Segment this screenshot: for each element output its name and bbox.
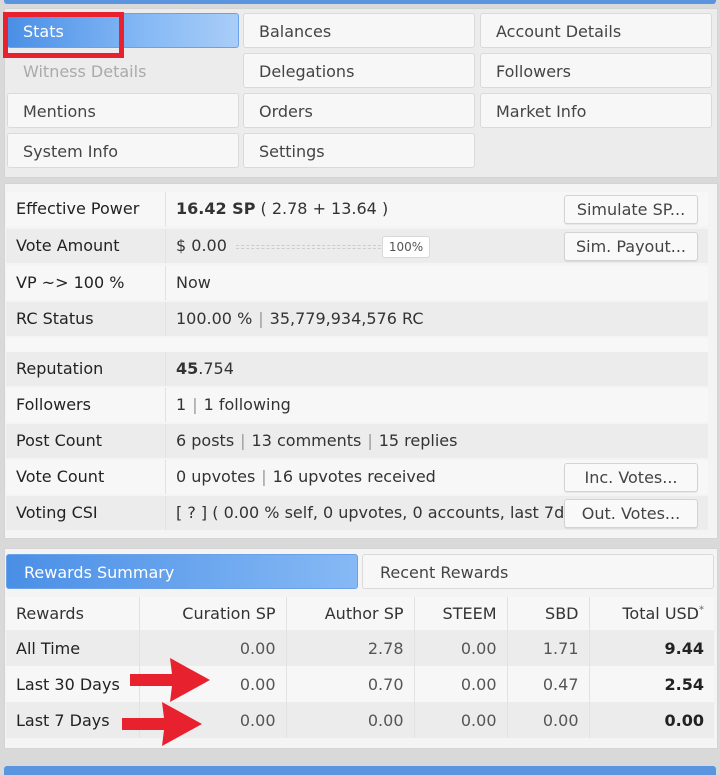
row-value: Now [176, 273, 211, 292]
total-usd-cell: 9.44 [589, 630, 714, 666]
col-header-total-usd: Total USD* [589, 597, 714, 630]
stats-row-vote-amount: Vote Amount $ 0.00 100% Sim. Payout... [6, 229, 708, 263]
col-header-rewards: Rewards [6, 597, 140, 630]
tab-balances[interactable]: Balances [243, 13, 475, 48]
sbd-cell: 0.47 [507, 666, 590, 702]
row-value: 0 upvotes | 16 upvotes received [176, 460, 436, 494]
row-label: Followers [6, 388, 166, 422]
separator: | [367, 431, 373, 450]
stats-row-effective-power: Effective Power 16.42 SP ( 2.78 + 13.64 … [6, 192, 708, 226]
period-cell: Last 30 Days [6, 666, 140, 702]
annotation-arrow-icon [130, 658, 210, 702]
row-label: Vote Amount [6, 229, 166, 263]
sbd-cell: 0.00 [507, 702, 590, 738]
vote-weight-slider[interactable]: 100% [236, 236, 431, 258]
tab-witness-details[interactable]: Witness Details [7, 53, 239, 88]
reputation-decimals: .754 [198, 359, 234, 378]
row-label: Voting CSI [6, 496, 166, 530]
tab-delegations[interactable]: Delegations [243, 53, 475, 88]
reputation-int: 45 [176, 359, 199, 378]
rc-percent: 100.00 % [176, 309, 253, 328]
author-sp-cell: 2.78 [286, 630, 415, 666]
tab-market-info[interactable]: Market Info [480, 93, 712, 128]
row-label: Reputation [6, 352, 166, 386]
stats-spacer-row [6, 338, 708, 352]
row-value: 1 | 1 following [176, 388, 291, 422]
tab-orders[interactable]: Orders [243, 93, 475, 128]
period-cell: All Time [6, 630, 140, 666]
rewards-table: Rewards Curation SP Author SP STEEM SBD … [6, 597, 714, 738]
inc-votes-button[interactable]: Inc. Votes... [564, 463, 698, 492]
annotation-arrow-icon [122, 702, 202, 746]
footnote-mark: * [699, 604, 704, 616]
row-label: Vote Count [6, 460, 166, 494]
effective-power-breakdown: ( 2.78 + 13.64 ) [255, 199, 389, 218]
table-row: All Time 0.00 2.78 0.00 1.71 9.44 [6, 630, 714, 666]
annotation-highlight-box [3, 12, 124, 58]
rc-amount: 35,779,934,576 RC [269, 309, 424, 328]
row-label: Post Count [6, 424, 166, 458]
tab-settings[interactable]: Settings [243, 133, 475, 168]
total-usd-cell: 0.00 [589, 702, 714, 738]
upvotes-count: 0 upvotes [176, 467, 256, 486]
separator: | [192, 395, 198, 414]
sim-payout-button[interactable]: Sim. Payout... [564, 232, 698, 261]
simulate-sp-button[interactable]: Simulate SP... [564, 195, 698, 224]
following-count: 1 following [203, 395, 291, 414]
stats-row-voting-csi: Voting CSI [ ? ] ( 0.00 % self, 0 upvote… [6, 496, 708, 530]
row-value: 6 posts | 13 comments | 15 replies [176, 424, 457, 458]
separator: | [240, 431, 246, 450]
tab-recent-rewards[interactable]: Recent Rewards [362, 554, 714, 589]
tab-rewards-summary[interactable]: Rewards Summary [6, 554, 358, 589]
effective-power-sp: 16.42 SP [176, 199, 256, 218]
followers-count: 1 [176, 395, 187, 414]
row-label: Effective Power [6, 192, 166, 226]
tab-system-info[interactable]: System Info [7, 133, 239, 168]
row-label: RC Status [6, 302, 166, 336]
steem-cell: 0.00 [414, 630, 508, 666]
period-cell: Last 7 Days [6, 702, 140, 738]
author-sp-cell: 0.70 [286, 666, 415, 702]
stats-row-rc-status: RC Status 100.00 % | 35,779,934,576 RC [6, 302, 708, 336]
stats-row-followers: Followers 1 | 1 following [6, 388, 708, 422]
tab-account-details[interactable]: Account Details [480, 13, 712, 48]
col-header-curation-sp: Curation SP [139, 597, 287, 630]
col-header-author-sp: Author SP [286, 597, 415, 630]
bottom-accent-bar [4, 766, 716, 775]
posts-count: 6 posts [176, 431, 235, 450]
stats-row-vp: VP ~> 100 % Now [6, 266, 708, 300]
top-accent-bar [4, 0, 716, 4]
total-usd-label: Total USD [622, 604, 699, 623]
row-value: [ ? ] ( 0.00 % self, 0 upvotes, 0 accoun… [176, 503, 576, 522]
slider-handle[interactable]: 100% [382, 236, 430, 258]
row-value: $ 0.00 [176, 236, 227, 255]
row-value: 100.00 % | 35,779,934,576 RC [176, 302, 423, 336]
stats-row-reputation: Reputation 45.754 [6, 352, 708, 386]
out-votes-button[interactable]: Out. Votes... [564, 499, 698, 528]
replies-count: 15 replies [378, 431, 458, 450]
row-label: VP ~> 100 % [6, 266, 166, 300]
steem-cell: 0.00 [414, 702, 508, 738]
slider-track[interactable] [236, 245, 386, 249]
total-usd-cell: 2.54 [589, 666, 714, 702]
stats-row-post-count: Post Count 6 posts | 13 comments | 15 replie… [6, 424, 708, 458]
comments-count: 13 comments [251, 431, 362, 450]
table-row: Last 7 Days 0.00 0.00 0.00 0.00 0.00 [6, 702, 714, 738]
table-row: Last 30 Days 0.00 0.70 0.00 0.47 2.54 [6, 666, 714, 702]
tab-followers[interactable]: Followers [480, 53, 712, 88]
col-header-steem: STEEM [414, 597, 508, 630]
separator: | [258, 309, 264, 328]
tab-mentions[interactable]: Mentions [7, 93, 239, 128]
row-value: 45.754 [176, 352, 234, 386]
steem-cell: 0.00 [414, 666, 508, 702]
author-sp-cell: 0.00 [286, 702, 415, 738]
separator: | [261, 467, 267, 486]
sbd-cell: 1.71 [507, 630, 590, 666]
upvotes-received: 16 upvotes received [272, 467, 436, 486]
stats-row-vote-count: Vote Count 0 upvotes | 16 upvotes received… [6, 460, 708, 494]
col-header-sbd: SBD [507, 597, 590, 630]
row-value: 16.42 SP ( 2.78 + 13.64 ) [176, 192, 388, 226]
